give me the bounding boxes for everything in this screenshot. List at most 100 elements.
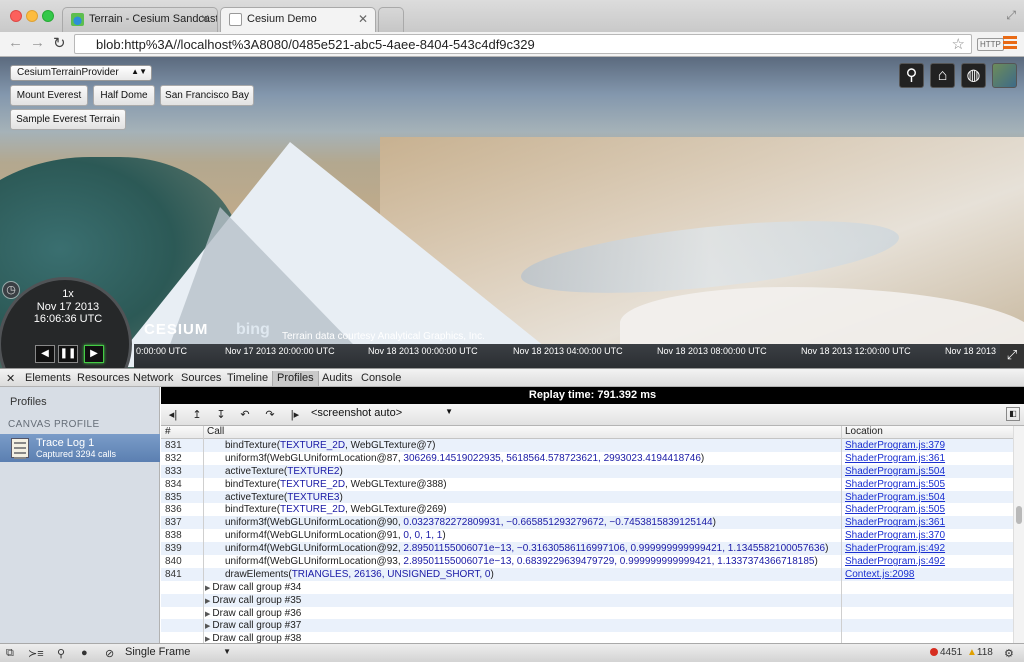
cesium-logo[interactable]: CESIUM xyxy=(144,321,208,338)
address-bar[interactable]: blob:http%3A//localhost%3A8080/0485e521-… xyxy=(74,34,972,54)
terrain-provider-select[interactable]: CesiumTerrainProvider ▲▼ xyxy=(10,65,152,81)
globe-icon[interactable]: ◍ xyxy=(961,63,986,88)
table-row[interactable]: 835 activeTexture(TEXTURE3) ShaderProgram.… xyxy=(161,490,1013,504)
draw-call-group-row[interactable]: ▶ Draw call group #36 xyxy=(161,607,1013,620)
half-dome-button[interactable]: Half Dome xyxy=(93,85,155,106)
settings-gear-icon[interactable]: ⚙ xyxy=(1004,647,1014,660)
table-row[interactable]: 838 uniform4f(WebGLUniformLocation@91, 0,… xyxy=(161,529,1013,542)
error-count[interactable]: 4451 xyxy=(930,647,962,658)
col-location[interactable]: Location xyxy=(845,426,883,437)
play-reverse-button[interactable]: ◀ xyxy=(35,345,55,363)
expand-triangle-icon[interactable]: ▶ xyxy=(205,611,210,618)
warning-count[interactable]: ▲118 xyxy=(967,647,993,658)
bookmark-star-icon[interactable]: ☆ xyxy=(952,35,965,53)
search-icon[interactable]: ⚲ xyxy=(899,63,924,88)
tab-timeline[interactable]: Timeline xyxy=(227,372,268,384)
tab-profiles[interactable]: Profiles xyxy=(272,371,319,386)
source-location-link[interactable]: ShaderProgram.js:505 xyxy=(845,478,945,491)
tab-terrain-sandcastle[interactable]: Terrain - Cesium Sandcast ✕ xyxy=(62,7,218,32)
close-window-button[interactable] xyxy=(10,10,22,22)
expand-triangle-icon[interactable]: ▶ xyxy=(205,598,210,605)
fullscreen-arrows-icon[interactable]: ⤢ xyxy=(1006,8,1016,23)
draw-call-group-row[interactable]: ▶ Draw call group #35 xyxy=(161,593,1013,607)
call-function: activeTexture( xyxy=(225,491,288,503)
animation-widget[interactable]: 1x Nov 17 2013 16:06:36 UTC ◀ ❚❚ ▶ xyxy=(0,277,132,368)
home-icon[interactable]: ⌂ xyxy=(930,63,955,88)
tab-network[interactable]: Network xyxy=(133,372,173,384)
san-francisco-bay-button[interactable]: San Francisco Bay xyxy=(160,85,254,106)
table-row[interactable]: 834 bindTexture(TEXTURE_2D, WebGLTexture@… xyxy=(161,478,1013,491)
expand-triangle-icon[interactable]: ▶ xyxy=(205,585,210,592)
expand-triangle-icon[interactable]: ▶ xyxy=(205,636,210,643)
table-row[interactable]: 841 drawElements(TRIANGLES, 26136, UNSIGN… xyxy=(161,567,1013,581)
col-num[interactable]: # xyxy=(165,426,171,437)
timeline[interactable]: 0:00:00 UTC Nov 17 2013 20:00:00 UTC Nov… xyxy=(134,344,1000,368)
tab-audits[interactable]: Audits xyxy=(322,372,353,384)
step-back-icon[interactable]: ↶ xyxy=(235,407,255,423)
record-icon[interactable]: ● xyxy=(81,647,88,659)
source-location-link[interactable]: ShaderProgram.js:361 xyxy=(845,516,945,529)
source-location-link[interactable]: ShaderProgram.js:492 xyxy=(845,555,945,568)
table-row[interactable]: 837 uniform3f(WebGLUniformLocation@90, 0.… xyxy=(161,516,1013,530)
source-location-link[interactable]: ShaderProgram.js:505 xyxy=(845,503,945,516)
source-location-link[interactable]: ShaderProgram.js:504 xyxy=(845,491,945,504)
bing-logo[interactable]: bing xyxy=(236,321,270,339)
draw-call-group-row[interactable]: ▶ Draw call group #37 xyxy=(161,619,1013,633)
screenshot-select[interactable]: <screenshot auto> ▼ xyxy=(311,407,455,423)
call-function: uniform4f(WebGLUniformLocation@93, xyxy=(225,556,404,568)
close-tab-icon[interactable]: ✕ xyxy=(200,12,210,26)
source-location-link[interactable]: Context.js:2098 xyxy=(845,568,915,581)
play-button[interactable]: ▶ xyxy=(84,345,104,363)
source-location-link[interactable]: ShaderProgram.js:370 xyxy=(845,529,945,542)
step-out-icon[interactable]: ↥ xyxy=(187,407,207,423)
table-row[interactable]: 836 bindTexture(TEXTURE_2D, WebGLTexture@… xyxy=(161,503,1013,516)
trace-log-item[interactable]: Trace Log 1 Captured 3294 calls xyxy=(0,434,160,462)
back-arrow-icon[interactable]: ← xyxy=(8,34,23,51)
dock-icon[interactable]: ⧉ xyxy=(6,647,14,660)
table-scrollbar[interactable] xyxy=(1013,426,1024,643)
table-row[interactable]: 831 bindTexture(TEXTURE_2D, WebGLTexture@… xyxy=(161,439,1013,452)
console-drawer-icon[interactable]: ≻≡ xyxy=(28,647,44,660)
table-row[interactable]: 832 uniform3f(WebGLUniformLocation@87, 30… xyxy=(161,452,1013,465)
forward-arrow-icon[interactable]: → xyxy=(30,34,45,51)
first-step-icon[interactable]: ◂| xyxy=(163,407,183,423)
step-over-icon[interactable]: ↷ xyxy=(260,407,280,423)
close-tab-icon[interactable]: ✕ xyxy=(358,12,368,26)
new-tab-button[interactable] xyxy=(378,7,404,32)
fullscreen-icon[interactable]: ⤢ xyxy=(1000,344,1024,368)
table-row[interactable]: 839 uniform4f(WebGLUniformLocation@92, 2.… xyxy=(161,542,1013,556)
tab-sources[interactable]: Sources xyxy=(181,372,221,384)
search-icon[interactable]: ⚲ xyxy=(57,647,65,660)
http-extension-icon[interactable]: HTTP xyxy=(977,38,1004,51)
tab-console[interactable]: Console xyxy=(361,372,401,384)
zoom-window-button[interactable] xyxy=(42,10,54,22)
pause-button[interactable]: ❚❚ xyxy=(58,345,78,363)
tab-cesium-demo[interactable]: Cesium Demo ✕ xyxy=(220,7,376,33)
base-layer-picker-icon[interactable] xyxy=(992,63,1017,88)
cesium-viewer[interactable]: CesiumTerrainProvider ▲▼ Mount Everest H… xyxy=(0,57,1024,368)
menu-icon[interactable] xyxy=(1003,36,1017,51)
table-row[interactable]: 833 activeTexture(TEXTURE2) ShaderProgram.… xyxy=(161,464,1013,478)
source-location-link[interactable]: ShaderProgram.js:492 xyxy=(845,542,945,555)
source-location-link[interactable]: ShaderProgram.js:504 xyxy=(845,465,945,478)
tab-elements[interactable]: Elements xyxy=(25,372,71,384)
table-row[interactable]: 840 uniform4f(WebGLUniformLocation@93, 2.… xyxy=(161,555,1013,568)
minimize-window-button[interactable] xyxy=(26,10,38,22)
clear-icon[interactable]: ⊘ xyxy=(105,647,114,660)
frame-select[interactable]: Single Frame ▼ xyxy=(125,646,233,661)
draw-call-group-row[interactable]: ▶ Draw call group #34 xyxy=(161,581,1013,594)
expand-triangle-icon[interactable]: ▶ xyxy=(205,623,210,630)
toggle-panel-icon[interactable]: ◧ xyxy=(1006,407,1020,421)
source-location-link[interactable]: ShaderProgram.js:379 xyxy=(845,439,945,452)
last-step-icon[interactable]: |▸ xyxy=(285,407,305,423)
reload-icon[interactable]: ↻ xyxy=(53,34,66,52)
step-into-icon[interactable]: ↧ xyxy=(211,407,231,423)
col-call[interactable]: Call xyxy=(207,426,224,437)
close-devtools-icon[interactable]: ✕ xyxy=(6,372,15,385)
draw-call-group-row[interactable]: ▶ Draw call group #38 xyxy=(161,632,1013,643)
sample-everest-terrain-button[interactable]: Sample Everest Terrain xyxy=(10,109,126,130)
source-location-link[interactable]: ShaderProgram.js:361 xyxy=(845,452,945,465)
mount-everest-button[interactable]: Mount Everest xyxy=(10,85,88,106)
tab-resources[interactable]: Resources xyxy=(77,372,130,384)
scroll-thumb[interactable] xyxy=(1016,506,1022,524)
